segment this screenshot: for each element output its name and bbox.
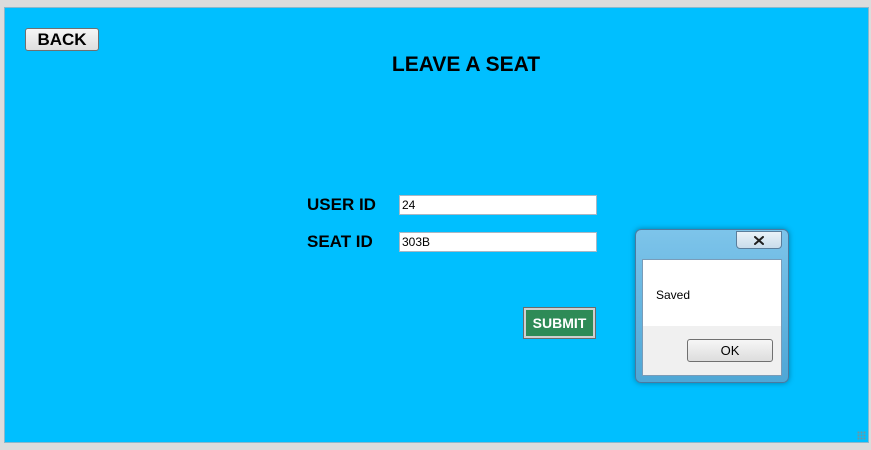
message-dialog: Saved OK bbox=[635, 229, 789, 383]
resize-grip[interactable] bbox=[857, 431, 866, 440]
window-frame: BACK LEAVE A SEAT USER ID SEAT ID SUBMIT… bbox=[0, 0, 871, 450]
dialog-message-area: Saved bbox=[643, 260, 781, 326]
dialog-message: Saved bbox=[656, 288, 691, 302]
seat-id-input[interactable] bbox=[399, 232, 597, 252]
back-button[interactable]: BACK bbox=[25, 28, 99, 51]
page-title: LEAVE A SEAT bbox=[391, 53, 541, 76]
submit-button[interactable]: SUBMIT bbox=[523, 307, 596, 339]
ok-button[interactable]: OK bbox=[687, 339, 773, 362]
dialog-body: Saved OK bbox=[642, 259, 782, 376]
user-id-input[interactable] bbox=[399, 195, 597, 215]
seat-id-label: SEAT ID bbox=[307, 232, 373, 251]
close-icon bbox=[754, 235, 764, 245]
user-id-label: USER ID bbox=[307, 195, 376, 214]
dialog-close-button[interactable] bbox=[736, 231, 782, 249]
